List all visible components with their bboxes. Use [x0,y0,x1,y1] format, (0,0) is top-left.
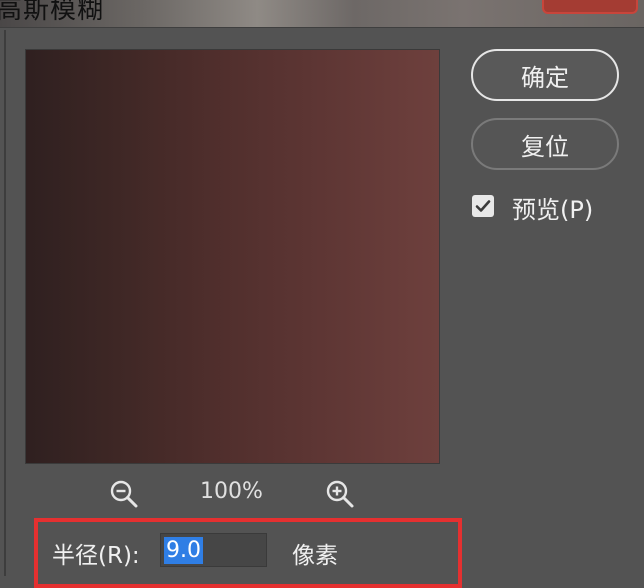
radius-input[interactable]: 9.0 [160,533,267,567]
zoom-level-readout: 100% [200,479,263,504]
zoom-out-icon[interactable] [108,478,140,510]
title-bar: 高斯模糊 [0,0,644,27]
checkmark-icon [475,200,491,212]
reset-button[interactable]: 复位 [471,118,619,170]
preview-checkbox-label: 预览(P) [512,196,594,224]
preview-canvas[interactable] [25,49,440,464]
ok-button[interactable]: 确定 [471,49,619,101]
window-title: 高斯模糊 [0,0,105,25]
radius-unit-label: 像素 [292,543,338,569]
zoom-in-icon[interactable] [324,478,356,510]
close-button[interactable] [542,0,638,14]
preview-checkbox[interactable] [472,195,494,217]
radius-label: 半径(R): [52,543,140,569]
dialog-frame-edge [4,30,6,576]
radius-value-selected[interactable]: 9.0 [164,537,203,564]
